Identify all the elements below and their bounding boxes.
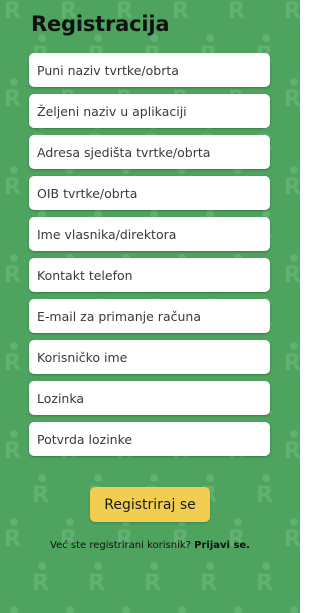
pattern-mark: R <box>32 562 49 596</box>
svg-text:R: R <box>4 175 21 200</box>
svg-text:R: R <box>172 0 189 24</box>
svg-text:R: R <box>284 87 300 112</box>
svg-text:R: R <box>88 571 105 596</box>
password-input[interactable]: Lozinka <box>29 381 270 415</box>
pattern-mark: R <box>172 0 189 24</box>
pattern-mark: R <box>144 562 161 596</box>
svg-text:R: R <box>4 351 21 376</box>
username-input[interactable]: Korisničko ime <box>29 340 270 374</box>
pattern-mark: R <box>290 606 298 613</box>
pattern-mark: R <box>200 562 217 596</box>
pattern-mark: R <box>256 562 273 596</box>
svg-text:R: R <box>4 439 21 464</box>
svg-text:R: R <box>284 439 300 464</box>
pattern-mark: R <box>284 0 300 24</box>
svg-text:R: R <box>284 351 300 376</box>
pattern-mark: R <box>122 606 130 613</box>
password-confirm-input[interactable]: Potvrda lozinke <box>29 422 270 456</box>
pattern-mark: R <box>256 474 273 508</box>
pattern-mark: R <box>178 606 186 613</box>
register-button[interactable]: Registriraj se <box>90 487 210 522</box>
svg-text:R: R <box>284 175 300 200</box>
login-link[interactable]: Prijavi se. <box>194 540 250 551</box>
pattern-mark: R <box>10 606 18 613</box>
pattern-mark: R <box>4 430 21 464</box>
pattern-mark: R <box>284 166 300 200</box>
svg-text:R: R <box>32 571 49 596</box>
pattern-mark: R <box>284 430 300 464</box>
pattern-mark: R <box>88 562 105 596</box>
billing-email-input[interactable]: E-mail za primanje računa <box>29 299 270 333</box>
owner-name-input[interactable]: Ime vlasnika/direktora <box>29 217 270 251</box>
pattern-mark: R <box>4 254 21 288</box>
svg-text:R: R <box>32 483 49 508</box>
page-title: Registracija <box>31 12 170 36</box>
svg-text:R: R <box>4 263 21 288</box>
svg-text:R: R <box>4 0 21 24</box>
pattern-mark: R <box>4 78 21 112</box>
svg-text:R: R <box>284 0 300 24</box>
svg-text:R: R <box>4 87 21 112</box>
pattern-mark: R <box>284 254 300 288</box>
pattern-mark: R <box>234 606 242 613</box>
login-question: Već ste registrirani korisnik? <box>50 540 191 551</box>
pattern-mark: R <box>284 342 300 376</box>
pattern-mark: R <box>32 474 49 508</box>
pattern-mark: R <box>4 0 21 24</box>
oib-input[interactable]: OIB tvrtke/obrta <box>29 176 270 210</box>
company-address-input[interactable]: Adresa sjedišta tvrtke/obrta <box>29 135 270 169</box>
svg-text:R: R <box>256 483 273 508</box>
registration-screen: RRRRRRRRRRRRRRRRRRRRRRRRRRRRRRRRRRRRRRRR… <box>0 0 300 613</box>
pattern-mark: R <box>66 606 74 613</box>
svg-text:R: R <box>144 571 161 596</box>
svg-text:R: R <box>256 571 273 596</box>
svg-text:R: R <box>228 0 245 24</box>
pattern-mark: R <box>284 78 300 112</box>
svg-text:R: R <box>284 263 300 288</box>
svg-text:R: R <box>200 571 217 596</box>
pattern-mark: R <box>4 166 21 200</box>
company-name-input[interactable]: Puni naziv tvrtke/obrta <box>29 53 270 87</box>
pattern-mark: R <box>228 0 245 24</box>
app-name-input[interactable]: Željeni naziv u aplikaciji <box>29 94 270 128</box>
pattern-mark: R <box>4 342 21 376</box>
registration-form: Puni naziv tvrtke/obrta Željeni naziv u … <box>29 53 270 463</box>
phone-input[interactable]: Kontakt telefon <box>29 258 270 292</box>
login-prompt: Već ste registrirani korisnik? Prijavi s… <box>0 540 300 551</box>
